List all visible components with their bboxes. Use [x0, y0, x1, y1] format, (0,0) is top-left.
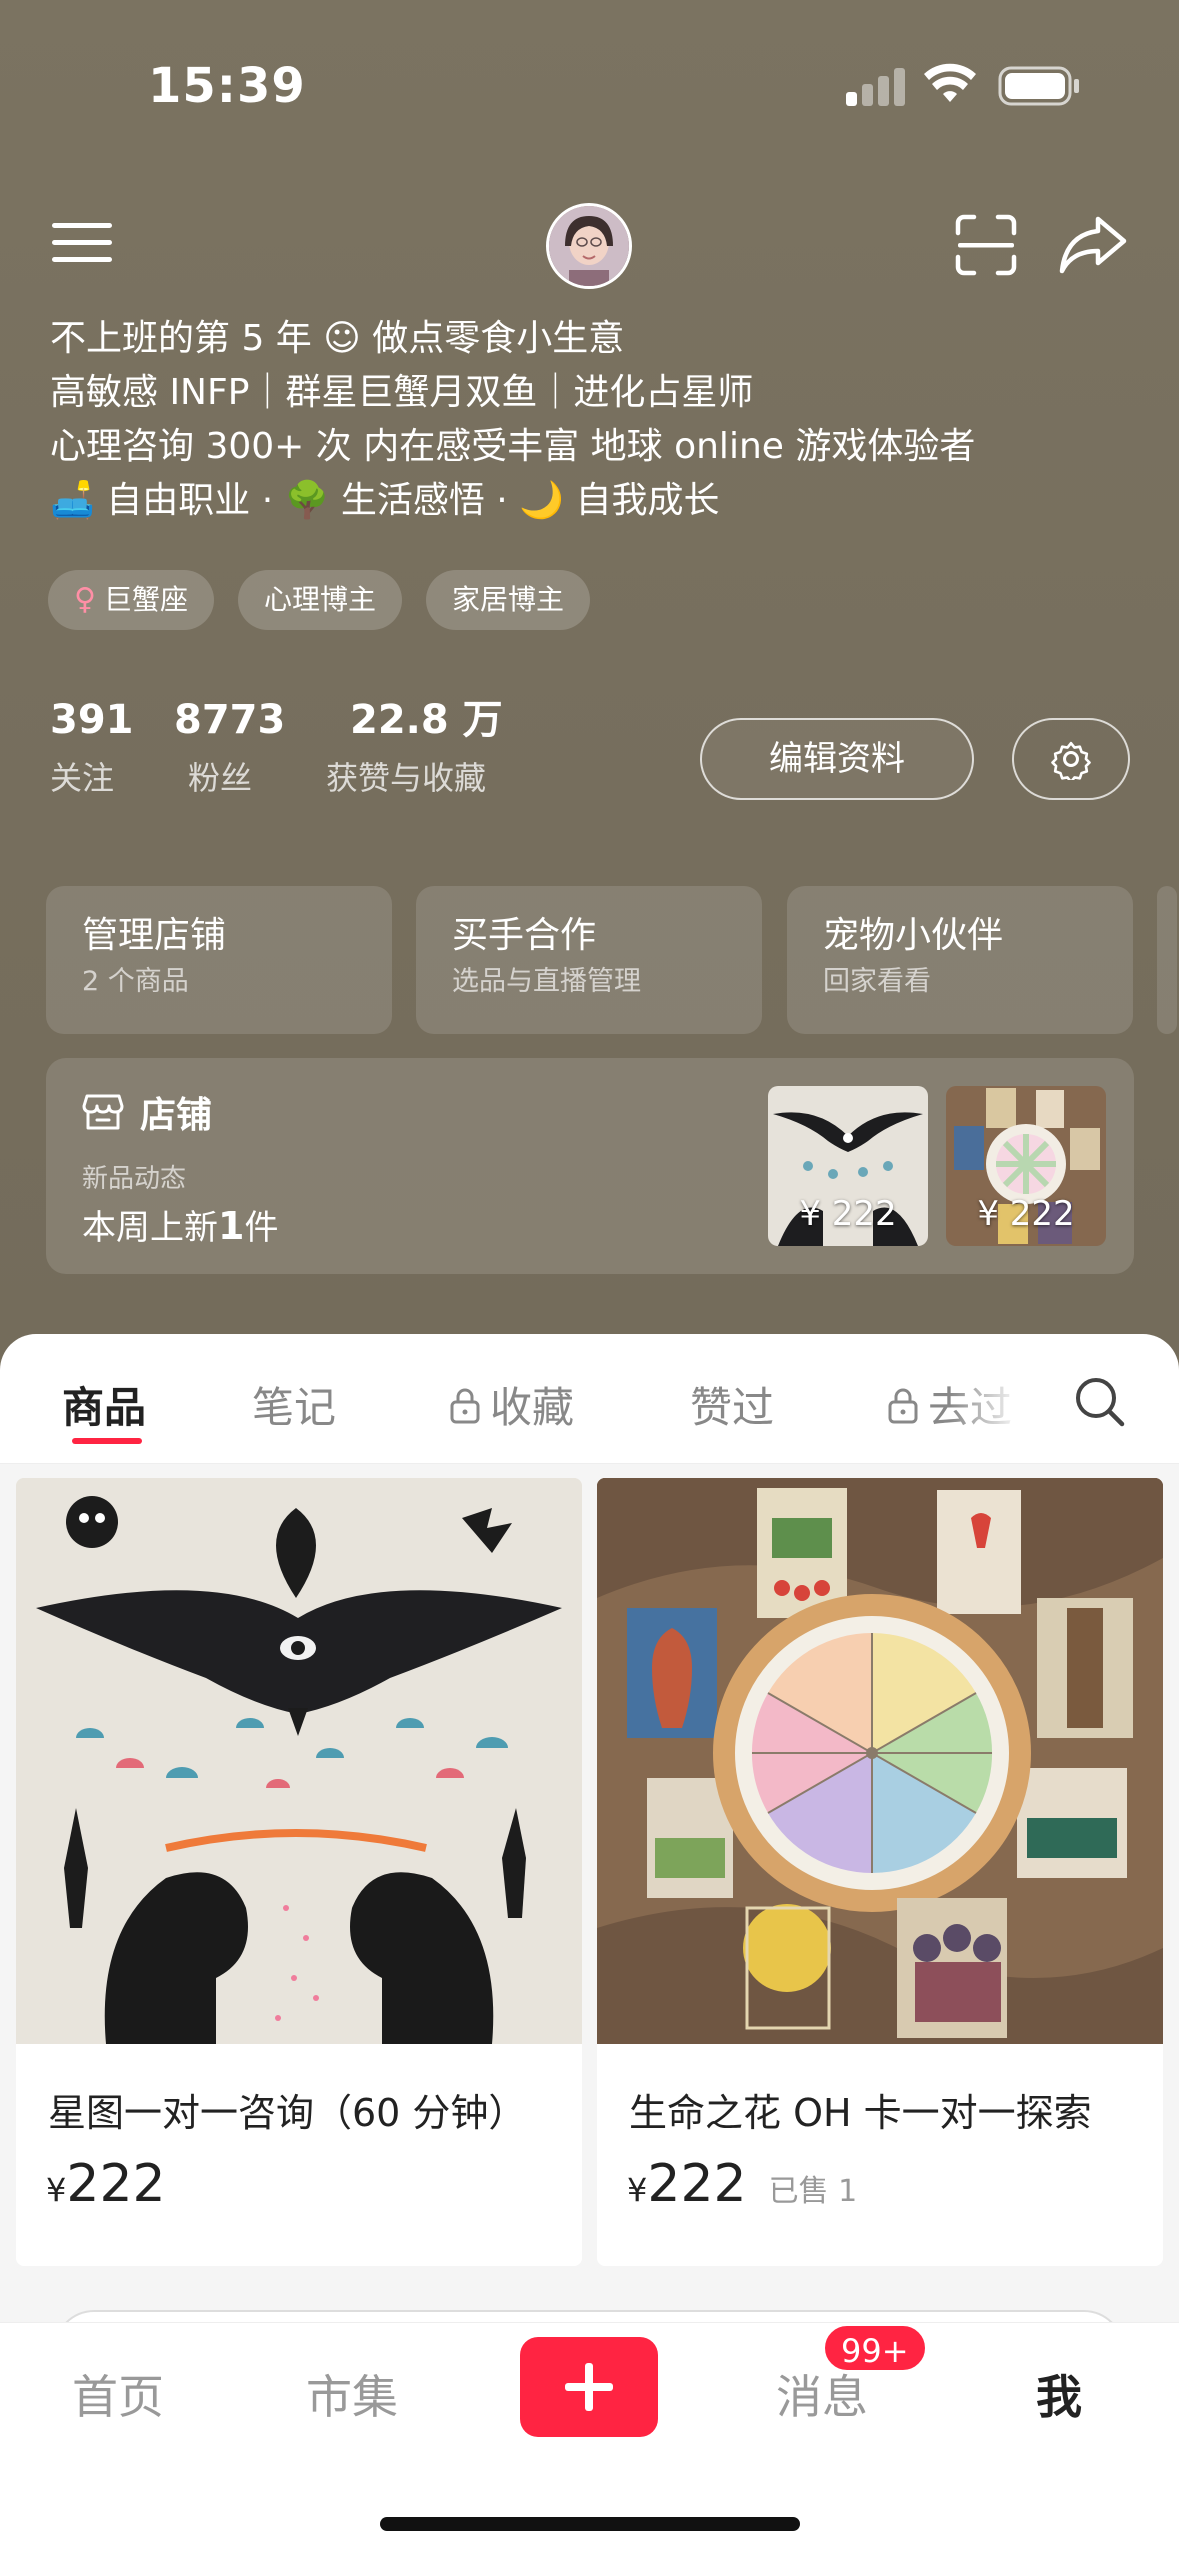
profile-tabs: 商品 笔记 收藏 赞过 去过 [0, 1334, 1179, 1464]
nav-home[interactable]: 首页 [72, 2361, 164, 2427]
gear-icon [1051, 741, 1091, 780]
product-price: ¥222 [46, 2154, 166, 2214]
price-value: 222 [66, 2154, 166, 2214]
plus-icon [565, 2363, 613, 2411]
messages-badge: 99+ [822, 2323, 928, 2373]
product-price: ¥222 已售 1 [627, 2154, 857, 2214]
shop-title-label: 店铺 [140, 1095, 213, 1136]
settings-button[interactable] [1012, 718, 1130, 800]
profile-tags: ♀ 巨蟹座 心理博主 家居博主 [48, 570, 591, 630]
profile-nav-row [0, 195, 1179, 295]
card-subtitle: 选品与直播管理 [452, 966, 641, 997]
tag-label: 家居博主 [452, 583, 565, 616]
card-manage-shop[interactable]: 管理店铺 2 个商品 [46, 886, 392, 1034]
active-tab-indicator [72, 1438, 142, 1444]
tag-label: 心理博主 [264, 583, 377, 616]
tab-label: 赞过 [690, 1383, 775, 1432]
tag-home[interactable]: 家居博主 [426, 570, 591, 630]
product-image [16, 1478, 582, 2044]
stat-following[interactable]: 391 关注 [50, 692, 134, 808]
stat-number: 22.8 万 [350, 697, 503, 743]
stat-followers[interactable]: 8773 粉丝 [174, 692, 285, 808]
card-subtitle: 回家看看 [823, 966, 931, 997]
bio-line: 不上班的第 5 年 ☺ 做点零食小生意 [50, 318, 625, 359]
tab-scroll-fade [950, 1364, 1040, 1444]
status-bar: 15:39 [0, 0, 1179, 160]
shop-new-prefix: 本周上新 [82, 1208, 218, 1248]
crow-painting-image [16, 1478, 582, 2044]
tab-label: 收藏 [490, 1383, 575, 1432]
menu-icon[interactable] [52, 219, 112, 267]
card-title: 管理店铺 [82, 915, 227, 956]
tab-collections[interactable]: 收藏 [448, 1374, 574, 1435]
tab-label: 笔记 [252, 1383, 337, 1432]
product-name: 星图一对一咨询（60 分钟） [48, 2091, 527, 2135]
shop-new-arrivals: 本周上新1件 [82, 1200, 278, 1249]
scan-icon[interactable] [954, 213, 1018, 277]
shop-card[interactable]: 店铺 新品动态 本周上新1件 ¥ 222 ¥ 222 [46, 1058, 1134, 1274]
stat-number: 391 [50, 697, 134, 743]
tab-label: 商品 [62, 1383, 147, 1432]
search-icon[interactable] [1072, 1374, 1128, 1430]
tag-zodiac[interactable]: ♀ 巨蟹座 [48, 570, 214, 630]
stat-label: 获赞与收藏 [326, 759, 487, 797]
shop-title: 店铺 [82, 1086, 212, 1138]
card-subtitle: 2 个商品 [82, 966, 189, 997]
bio-line: 高敏感 INFP｜群星巨蟹月双鱼｜进化占星师 [50, 372, 754, 413]
shop-thumb-crow[interactable]: ¥ 222 [768, 1086, 928, 1246]
product-name: 生命之花 OH 卡一对一探索 [629, 2091, 1092, 2135]
lock-icon [450, 1388, 480, 1423]
card-pet-buddy[interactable]: 宠物小伙伴 回家看看 [787, 886, 1133, 1034]
tag-label: 巨蟹座 [103, 583, 188, 616]
status-time: 15:39 [148, 58, 306, 114]
stat-number: 8773 [174, 697, 286, 743]
shop-new-suffix: 件 [244, 1208, 279, 1248]
nav-me[interactable]: 我 [1036, 2361, 1082, 2427]
tab-liked[interactable]: 赞过 [690, 1374, 774, 1435]
create-post-button[interactable] [520, 2337, 658, 2437]
product-card[interactable]: 星图一对一咨询（60 分钟） ¥222 [16, 1478, 582, 2266]
shop-thumb-price: ¥ 222 [799, 1194, 897, 1234]
share-icon[interactable] [1058, 213, 1128, 275]
price-value: 222 [647, 2154, 747, 2214]
avatar-image [549, 206, 629, 286]
nav-market[interactable]: 市集 [306, 2361, 398, 2427]
product-card[interactable]: 生命之花 OH 卡一对一探索 ¥222 已售 1 [597, 1478, 1163, 2266]
bio-line: 🛋️ 自由职业 · 🌳 生活感悟 · 🌙 自我成长 [50, 480, 720, 521]
store-icon [82, 1094, 124, 1130]
product-image [597, 1478, 1163, 2044]
stat-likes[interactable]: 22.8 万 获赞与收藏 [326, 692, 503, 808]
shop-new-count: 1 [218, 1204, 245, 1248]
edit-profile-button[interactable]: 编辑资料 [700, 718, 974, 800]
shop-thumb-wheel[interactable]: ¥ 222 [946, 1086, 1106, 1246]
card-partial[interactable] [1157, 886, 1177, 1034]
tab-notes[interactable]: 笔记 [252, 1374, 336, 1435]
stat-label: 关注 [50, 759, 115, 797]
tag-psychology[interactable]: 心理博主 [238, 570, 403, 630]
feature-cards: 管理店铺 2 个商品 买手合作 选品与直播管理 宠物小伙伴 回家看看 [46, 886, 1179, 1034]
home-indicator [380, 2517, 800, 2531]
stat-label: 粉丝 [188, 759, 253, 797]
card-title: 宠物小伙伴 [823, 915, 1004, 956]
avatar[interactable] [546, 203, 632, 289]
bio-line: 心理咨询 300+ 次 内在感受丰富 地球 online 游戏体验者 [50, 426, 976, 467]
currency-symbol: ¥ [627, 2171, 648, 2209]
sold-count: 已售 1 [768, 2174, 858, 2209]
card-title: 买手合作 [452, 915, 597, 956]
female-icon: ♀ [74, 582, 96, 617]
shop-thumb-price: ¥ 222 [977, 1194, 1075, 1234]
card-buyer-cooperation[interactable]: 买手合作 选品与直播管理 [416, 886, 762, 1034]
wheel-cards-image [597, 1478, 1163, 2044]
lock-icon [888, 1388, 918, 1423]
profile-bio: 不上班的第 5 年 ☺ 做点零食小生意 高敏感 INFP｜群星巨蟹月双鱼｜进化占… [50, 312, 1130, 528]
wifi-icon [924, 63, 976, 102]
shop-subtitle: 新品动态 [82, 1164, 187, 1194]
cellular-signal-icon [846, 66, 906, 106]
currency-symbol: ¥ [46, 2171, 67, 2209]
bottom-nav: 首页 市集 消息 99+ 我 [0, 2322, 1179, 2556]
tab-products[interactable]: 商品 [62, 1374, 146, 1435]
battery-icon [998, 66, 1079, 106]
